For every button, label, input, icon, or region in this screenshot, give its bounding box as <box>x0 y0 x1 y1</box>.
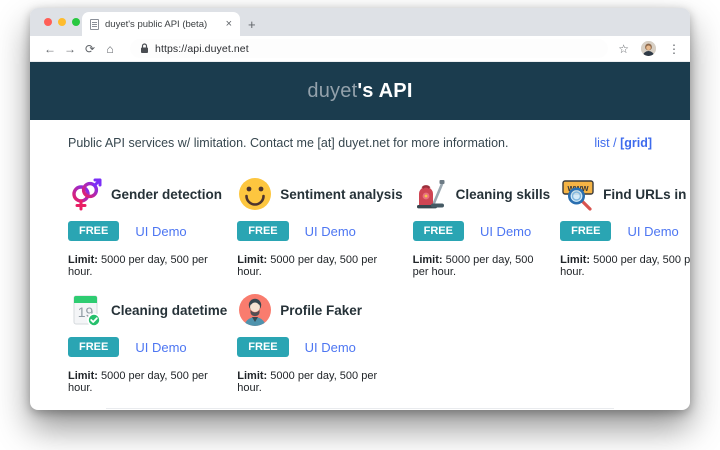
list-view-link[interactable]: list <box>594 136 609 150</box>
ui-demo-link[interactable]: UI Demo <box>135 340 186 355</box>
api-card-title: Find URLs in text <box>603 186 690 202</box>
browser-tab[interactable]: duyet's public API (beta) × <box>82 12 240 36</box>
free-badge[interactable]: FREE <box>412 221 464 241</box>
api-card-title: Cleaning skills <box>455 186 551 202</box>
limit-text: Limit: 5000 per day, 500 per hour. <box>68 254 208 278</box>
tab-title: duyet's public API (beta) <box>105 18 208 30</box>
ui-demo-link[interactable]: UI Demo <box>627 224 678 239</box>
intro-text: Public API services w/ limitation. Conta… <box>68 136 509 150</box>
bookmark-star-icon[interactable]: ☆ <box>618 42 629 56</box>
close-window-button[interactable] <box>44 18 52 26</box>
api-card-cleaning-skills: Cleaning skills FREE UI Demo Limit: 5000… <box>412 174 561 278</box>
free-badge[interactable]: FREE <box>560 221 612 241</box>
tab-close-icon[interactable]: × <box>226 18 232 30</box>
site-header: duyet's API <box>30 62 690 120</box>
api-card-gender: Gender detection FREE UI Demo Limit: 500… <box>68 174 237 278</box>
traffic-lights <box>44 18 80 26</box>
api-card-grid: Gender detection FREE UI Demo Limit: 500… <box>68 174 690 394</box>
forward-icon[interactable]: → <box>60 43 80 55</box>
limit-text: Limit: 5000 per day, 500 per hour. <box>560 254 690 278</box>
browser-menu-icon[interactable]: ⋮ <box>668 42 680 56</box>
limit-text: Limit: 5000 per day, 500 per hour. <box>68 370 208 394</box>
api-card-title: Profile Faker <box>280 302 363 318</box>
api-card-sentiment: Sentiment analysis FREE UI Demo Limit: 5… <box>237 174 412 278</box>
free-badge[interactable]: FREE <box>237 221 289 241</box>
www-search-icon: www <box>560 176 596 212</box>
profile-avatar[interactable] <box>641 41 656 56</box>
url-text: https://api.duyet.net <box>155 42 249 55</box>
grid-view-link[interactable]: [grid] <box>620 136 652 150</box>
address-bar[interactable]: https://api.duyet.net <box>130 39 609 58</box>
api-card-profile-faker: Profile Faker FREE UI Demo Limit: 5000 p… <box>237 290 412 394</box>
refresh-icon[interactable]: ⟳ <box>80 43 100 55</box>
browser-window: duyet's public API (beta) × + ← → ⟳ ⌂ ht… <box>30 8 690 410</box>
browser-toolbar: ← → ⟳ ⌂ https://api.duyet.net ☆ ⋮ <box>30 36 690 62</box>
api-card-cleaning-datetime: 19 Cleaning datetime FREE UI Demo Limit:… <box>68 290 237 394</box>
free-badge[interactable]: FREE <box>237 337 289 357</box>
limit-text: Limit: 5000 per day, 500 per hour. <box>237 254 378 278</box>
page-footer: (c) duyet.net | Icon by flaticon.com <box>106 408 614 410</box>
zoom-window-button[interactable] <box>72 18 80 26</box>
ui-demo-link[interactable]: UI Demo <box>305 224 356 239</box>
page-content: Public API services w/ limitation. Conta… <box>30 120 690 410</box>
limit-text: Limit: 5000 per day, 500 per hour. <box>412 254 534 278</box>
limit-text: Limit: 5000 per day, 500 per hour. <box>237 370 378 394</box>
api-card-title: Sentiment analysis <box>280 186 403 202</box>
ui-demo-link[interactable]: UI Demo <box>305 340 356 355</box>
new-tab-button[interactable]: + <box>248 17 256 32</box>
view-toggle: list / [grid] <box>594 136 652 150</box>
tab-strip: duyet's public API (beta) × + <box>30 8 690 36</box>
page-favicon-icon <box>90 18 99 30</box>
page-title: duyet's API <box>307 79 413 102</box>
profile-icon <box>237 292 273 328</box>
home-icon[interactable]: ⌂ <box>100 43 120 55</box>
minimize-window-button[interactable] <box>58 18 66 26</box>
back-icon[interactable]: ← <box>40 43 60 55</box>
api-card-title: Gender detection <box>111 186 223 202</box>
api-card-find-urls: www Find URLs in text FREE UI Demo Limit… <box>560 174 690 278</box>
toolbar-right: ☆ ⋮ <box>618 41 680 56</box>
ui-demo-link[interactable]: UI Demo <box>135 224 186 239</box>
vacuum-icon <box>413 176 449 212</box>
api-card-title: Cleaning datetime <box>111 302 228 318</box>
lock-icon <box>141 43 148 53</box>
gender-icon <box>68 176 104 212</box>
free-badge[interactable]: FREE <box>68 337 120 357</box>
calendar-icon: 19 <box>68 292 104 328</box>
free-badge[interactable]: FREE <box>68 221 120 241</box>
smiley-icon <box>237 176 273 212</box>
ui-demo-link[interactable]: UI Demo <box>480 224 531 239</box>
